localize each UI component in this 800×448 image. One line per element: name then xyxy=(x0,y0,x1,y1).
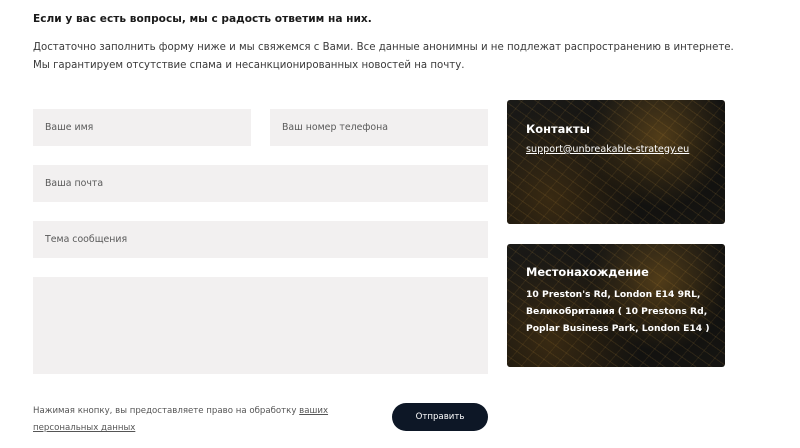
message-textarea[interactable] xyxy=(33,277,488,374)
email-input[interactable] xyxy=(33,165,488,202)
submit-button[interactable]: Отправить xyxy=(392,403,488,431)
phone-input[interactable] xyxy=(270,109,488,146)
description-line-1: Достаточно заполнить форму ниже и мы свя… xyxy=(33,42,734,53)
location-title: Местонахождение xyxy=(526,265,649,279)
contacts-card: Контакты support@unbreakable-strategy.eu xyxy=(507,100,725,224)
consent-notice: Нажимая кнопку, вы предоставляете право … xyxy=(33,403,363,437)
consent-text: Нажимая кнопку, вы предоставляете право … xyxy=(33,406,300,416)
location-address: 10 Preston's Rd, London E14 9RL, Великоб… xyxy=(526,289,710,334)
description-line-2: Мы гарантируем отсутствие спама и несанк… xyxy=(33,60,465,71)
contacts-title: Контакты xyxy=(526,122,590,136)
location-card: Местонахождение 10 Preston's Rd, London … xyxy=(507,244,725,367)
contact-email-link[interactable]: support@unbreakable-strategy.eu xyxy=(526,144,689,155)
subject-input[interactable] xyxy=(33,221,488,258)
section-heading: Если у вас есть вопросы, мы с радость от… xyxy=(33,13,372,25)
section-description: Достаточно заполнить форму ниже и мы свя… xyxy=(33,39,734,75)
name-input[interactable] xyxy=(33,109,251,146)
